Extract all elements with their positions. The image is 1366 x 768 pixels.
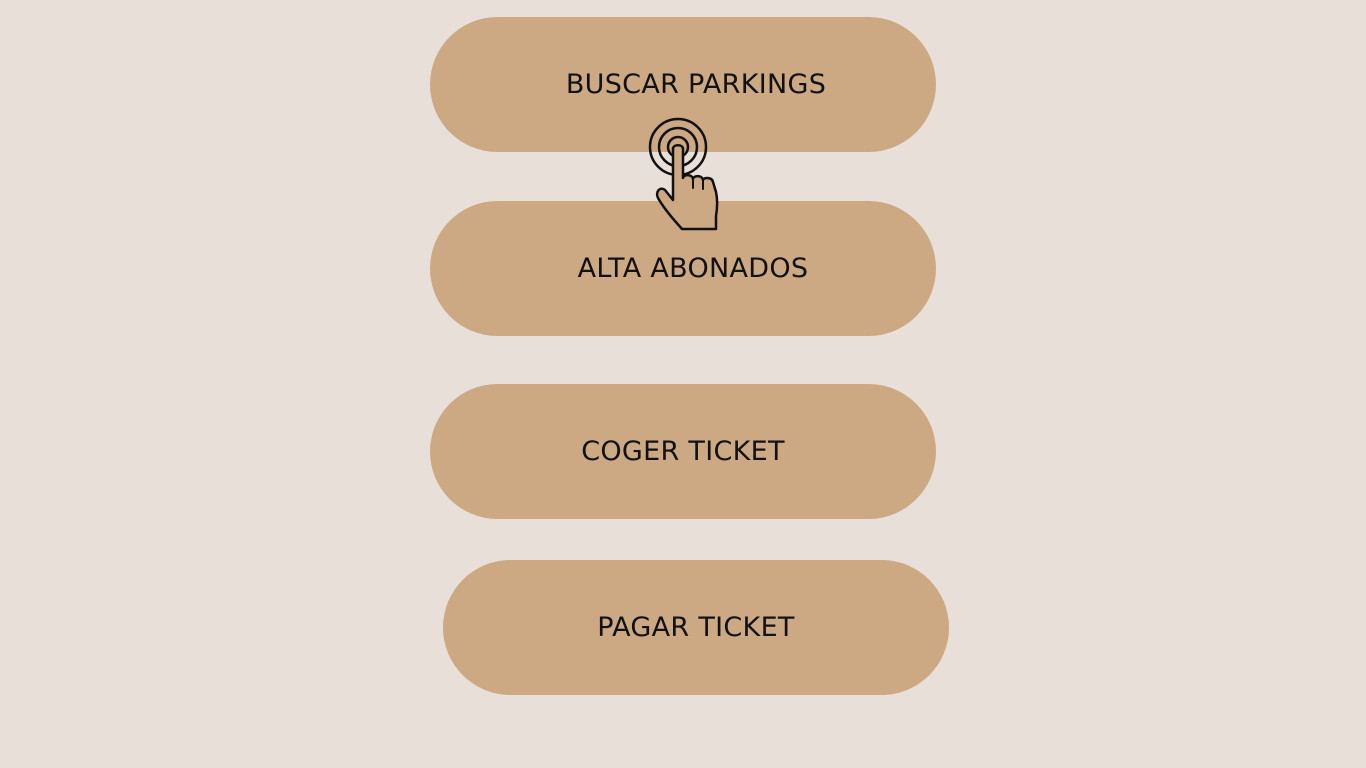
alta-abonados-label: ALTA ABONADOS <box>577 253 809 284</box>
alta-abonados-button[interactable]: ALTA ABONADOS <box>430 201 936 336</box>
coger-ticket-button[interactable]: COGER TICKET <box>430 384 936 519</box>
buscar-parkings-label: BUSCAR PARKINGS <box>565 69 827 100</box>
pagar-ticket-button[interactable]: PAGAR TICKET <box>443 560 949 695</box>
coger-ticket-label: COGER TICKET <box>581 436 785 467</box>
main-menu: BUSCAR PARKINGS ALTA ABONADOS COGER TICK… <box>0 0 1366 768</box>
pagar-ticket-label: PAGAR TICKET <box>597 612 795 643</box>
buscar-parkings-button[interactable]: BUSCAR PARKINGS <box>430 17 936 152</box>
